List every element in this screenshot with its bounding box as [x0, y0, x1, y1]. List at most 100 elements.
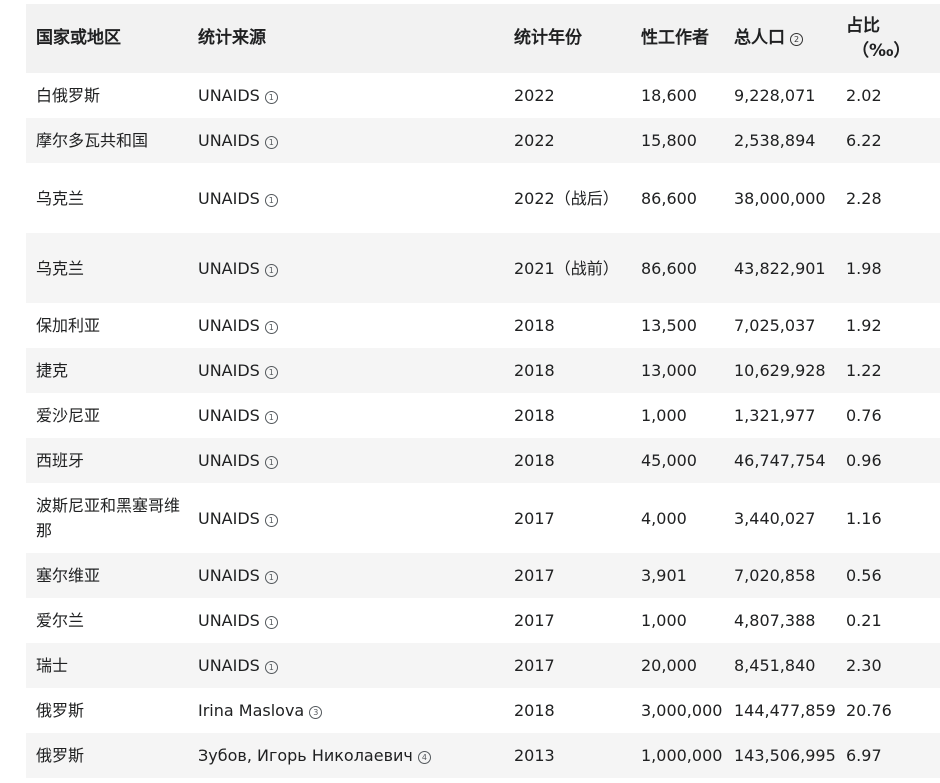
reference-marker-icon[interactable]: 1 [264, 91, 278, 104]
cell-country: 爱尔兰 [36, 611, 85, 630]
cell-year: 2018 [514, 316, 555, 335]
cell-source: UNAIDS 1 [188, 643, 504, 688]
source-name: Irina Maslova [198, 701, 305, 720]
reference-marker-icon[interactable]: 1 [264, 456, 278, 469]
cell-population: 43,822,901 [734, 258, 826, 278]
reference-marker-icon[interactable]: 1 [264, 661, 278, 674]
cell-year: 2017 [514, 611, 555, 630]
cell-year: 2018 [514, 451, 555, 470]
reference-marker-icon[interactable]: 1 [264, 321, 278, 334]
reference-marker-icon[interactable]: 1 [264, 571, 278, 584]
cell-country: 俄罗斯 [36, 746, 85, 765]
cell-country: 瑞士 [36, 656, 69, 675]
cell-population: 8,451,840 [734, 656, 816, 675]
cell-workers: 13,000 [641, 361, 697, 380]
cell-population: 9,228,071 [734, 86, 816, 105]
cell-ratio: 1.92 [846, 316, 882, 335]
table-row: 瑞士 UNAIDS 1 2017 20,000 8,451,840 2.30 [26, 643, 940, 688]
header-country[interactable]: 国家或地区 [26, 4, 188, 73]
header-population-label: 总人口 [734, 28, 785, 48]
reference-marker-icon[interactable]: 1 [264, 366, 278, 379]
reference-marker-icon[interactable]: 2 [790, 33, 803, 46]
table-row: 乌克兰 UNAIDS 1 2021（战前） 86,600 43,822,901 1.98 [26, 233, 940, 303]
table-row: 塞尔维亚 UNAIDS 1 2017 3,901 7,020,858 0.56 [26, 553, 940, 598]
cell-population: 144,477,859 [734, 701, 836, 720]
cell-population: 38,000,000 [734, 188, 826, 208]
cell-workers: 15,800 [641, 131, 697, 150]
source-name: UNAIDS [198, 451, 260, 470]
source-name: UNAIDS [198, 508, 260, 528]
reference-marker-icon[interactable]: 1 [264, 263, 278, 277]
data-table-container: 国家或地区 统计来源 统计年份 性工作者 总人口 2 占比 （‰） 白俄罗斯 UNAI… [26, 4, 940, 778]
header-population[interactable]: 总人口 2 [724, 4, 836, 73]
cell-year: 2022 [514, 86, 555, 105]
source-name: UNAIDS [198, 131, 260, 150]
cell-year: 2022（战后） [514, 188, 619, 208]
cell-country: 捷克 [36, 361, 69, 380]
reference-marker-icon[interactable]: 1 [264, 513, 278, 527]
header-source[interactable]: 统计来源 [188, 4, 504, 73]
cell-ratio: 0.56 [846, 566, 882, 585]
cell-ratio: 0.21 [846, 611, 882, 630]
source-name: UNAIDS [198, 316, 260, 335]
reference-marker-icon[interactable]: 4 [417, 751, 431, 764]
cell-country: 摩尔多瓦共和国 [36, 131, 149, 150]
cell-population: 10,629,928 [734, 361, 826, 380]
cell-country: 西班牙 [36, 451, 85, 470]
cell-workers: 1,000 [641, 611, 687, 630]
table-row: 俄罗斯 Irina Maslova 3 2018 3,000,000 144,477,85… [26, 688, 940, 733]
cell-workers: 86,600 [641, 188, 697, 208]
cell-source: Irina Maslova 3 [188, 688, 504, 733]
cell-year: 2017 [514, 656, 555, 675]
header-ratio-label: 占比 [846, 15, 880, 36]
source-name: UNAIDS [198, 188, 260, 208]
header-ratio[interactable]: 占比 （‰） [836, 4, 940, 73]
source-name: UNAIDS [198, 86, 260, 105]
cell-population: 7,020,858 [734, 566, 816, 585]
cell-country: 爱沙尼亚 [36, 406, 101, 425]
source-name: UNAIDS [198, 611, 260, 630]
header-workers[interactable]: 性工作者 [631, 4, 724, 73]
cell-country: 白俄罗斯 [36, 86, 101, 105]
table-row: 俄罗斯 Зубов, Игорь Николаевич 4 2013 1,000,000… [26, 733, 940, 778]
cell-ratio: 0.96 [846, 451, 882, 470]
cell-source: UNAIDS 1 [188, 393, 504, 438]
table-row: 西班牙 UNAIDS 1 2018 45,000 46,747,754 0.96 [26, 438, 940, 483]
table-row: 摩尔多瓦共和国 UNAIDS 1 2022 15,800 2,538,894 6.22 [26, 118, 940, 163]
source-name: UNAIDS [198, 258, 260, 278]
cell-year: 2018 [514, 361, 555, 380]
cell-workers: 3,000,000 [641, 701, 723, 720]
reference-marker-icon[interactable]: 1 [264, 136, 278, 149]
cell-ratio: 2.30 [846, 656, 882, 675]
cell-workers: 1,000,000 [641, 746, 723, 765]
cell-ratio: 6.97 [846, 746, 882, 765]
header-year[interactable]: 统计年份 [504, 4, 631, 73]
header-ratio-unit: （‰） [852, 40, 911, 61]
cell-population: 46,747,754 [734, 451, 826, 470]
cell-year: 2018 [514, 701, 555, 720]
source-name: UNAIDS [198, 566, 260, 585]
reference-marker-icon[interactable]: 1 [264, 411, 278, 424]
cell-country: 波斯尼亚和黑塞哥维那 [36, 496, 181, 540]
cell-workers: 45,000 [641, 451, 697, 470]
cell-workers: 3,901 [641, 566, 687, 585]
table-row: 保加利亚 UNAIDS 1 2018 13,500 7,025,037 1.92 [26, 303, 940, 348]
table-body: 白俄罗斯 UNAIDS 1 2022 18,600 9,228,071 2.02 摩尔多瓦共和… [26, 73, 940, 778]
cell-source: UNAIDS 1 [188, 598, 504, 643]
cell-workers: 20,000 [641, 656, 697, 675]
cell-population: 2,538,894 [734, 131, 816, 150]
reference-marker-icon[interactable]: 3 [309, 706, 323, 719]
cell-population: 7,025,037 [734, 316, 816, 335]
cell-population: 3,440,027 [734, 508, 816, 528]
source-name: UNAIDS [198, 361, 260, 380]
cell-source: UNAIDS 1 [188, 438, 504, 483]
table-row: 捷克 UNAIDS 1 2018 13,000 10,629,928 1.22 [26, 348, 940, 393]
cell-workers: 18,600 [641, 86, 697, 105]
cell-country: 保加利亚 [36, 316, 101, 335]
cell-workers: 4,000 [641, 508, 687, 528]
reference-marker-icon[interactable]: 1 [264, 193, 278, 207]
cell-source: UNAIDS 1 [188, 233, 504, 303]
table-header-row: 国家或地区 统计来源 统计年份 性工作者 总人口 2 占比 （‰） [26, 4, 940, 73]
cell-source: Зубов, Игорь Николаевич 4 [188, 733, 504, 778]
reference-marker-icon[interactable]: 1 [264, 616, 278, 629]
